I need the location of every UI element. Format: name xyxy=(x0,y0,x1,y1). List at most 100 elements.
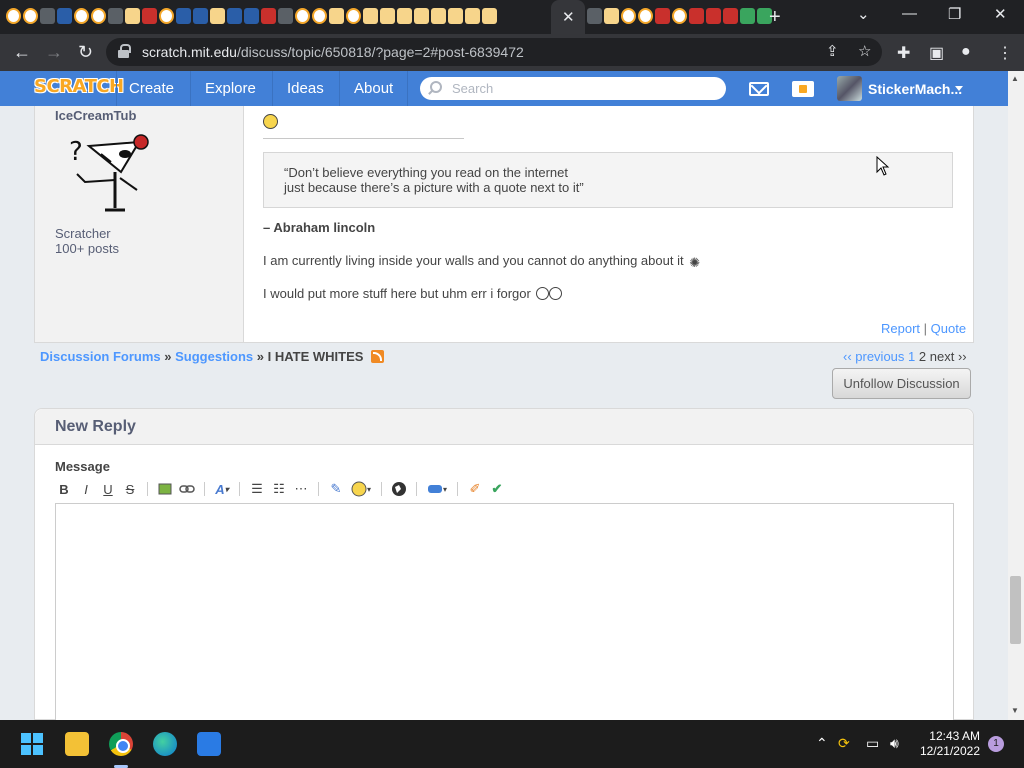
tab-favicon-icon[interactable] xyxy=(23,8,38,24)
image-icon[interactable] xyxy=(154,480,176,498)
chrome-icon[interactable] xyxy=(109,732,133,756)
tab-favicon-icon[interactable] xyxy=(482,8,497,24)
system-clock[interactable]: 12:43 AM 12/21/2022 xyxy=(918,729,980,759)
tab-favicon-icon[interactable] xyxy=(210,8,225,24)
bulleted-list-icon[interactable]: ☰ xyxy=(246,480,268,498)
tab-favicon-icon[interactable] xyxy=(465,8,480,24)
unfollow-discussion-button[interactable]: Unfollow Discussion xyxy=(832,368,971,399)
tab-favicon-icon[interactable] xyxy=(414,8,429,24)
tab-favicon-icon[interactable] xyxy=(706,8,721,24)
nav-ideas[interactable]: Ideas xyxy=(287,80,324,97)
underline-button[interactable]: U xyxy=(97,480,119,498)
my-stuff-icon[interactable] xyxy=(792,81,814,97)
italic-button[interactable]: I xyxy=(75,480,97,498)
menu-dots-icon[interactable]: ⋮ xyxy=(997,43,1013,63)
tab-favicon-icon[interactable] xyxy=(142,8,157,24)
tab-favicon-icon[interactable] xyxy=(6,8,21,24)
next-page-link[interactable]: next ›› xyxy=(930,349,967,364)
nav-create[interactable]: Create xyxy=(129,80,174,97)
search-box[interactable] xyxy=(420,77,726,100)
tab-favicon-icon[interactable] xyxy=(244,8,259,24)
tab-favicon-icon[interactable] xyxy=(723,8,738,24)
username[interactable]: StickerMach... xyxy=(868,81,962,97)
chevron-down-icon[interactable] xyxy=(955,86,963,91)
report-link[interactable]: Report xyxy=(881,321,920,336)
post-author[interactable]: IceCreamTub xyxy=(55,108,136,123)
notification-badge[interactable]: 1 xyxy=(988,736,1004,752)
tab-favicon-icon[interactable] xyxy=(740,8,755,24)
page-1-link[interactable]: 1 xyxy=(908,349,915,364)
side-panel-icon[interactable]: ▣ xyxy=(929,43,944,63)
file-explorer-icon[interactable] xyxy=(65,732,89,756)
globe-icon[interactable] xyxy=(388,480,410,498)
tab-favicon-icon[interactable] xyxy=(278,8,293,24)
scratch-logo[interactable]: SCRATCH xyxy=(34,76,124,100)
tab-favicons[interactable] xyxy=(6,8,497,24)
tab-favicon-icon[interactable] xyxy=(638,8,653,24)
tab-favicon-icon[interactable] xyxy=(261,8,276,24)
profile-icon[interactable]: ● xyxy=(961,43,971,61)
tab-favicon-icon[interactable] xyxy=(672,8,687,24)
restore-button[interactable]: ❐ xyxy=(948,5,961,23)
volume-icon[interactable]: 🔊︎ xyxy=(890,735,899,752)
url-text[interactable]: scratch.mit.edu/discuss/topic/650818/?pa… xyxy=(142,44,524,60)
tab-favicon-icon[interactable] xyxy=(74,8,89,24)
sync-icon[interactable]: ⟳ xyxy=(838,735,850,752)
tab-favicon-icon[interactable] xyxy=(363,8,378,24)
link-icon[interactable] xyxy=(176,480,198,498)
tab-favicon-icon[interactable] xyxy=(193,8,208,24)
tab-favicon-icon[interactable] xyxy=(227,8,242,24)
tab-favicon-icon[interactable] xyxy=(621,8,636,24)
author-avatar-image[interactable]: ? xyxy=(65,130,155,214)
tab-favicon-icon[interactable] xyxy=(57,8,72,24)
forward-arrow-icon[interactable]: → xyxy=(45,42,63,63)
store-icon[interactable] xyxy=(197,732,221,756)
previous-page-link[interactable]: ‹‹ previous xyxy=(843,349,904,364)
tab-favicon-icon[interactable] xyxy=(91,8,106,24)
block-color-icon[interactable]: ▾ xyxy=(423,480,451,498)
numbered-list-icon[interactable]: ☷ xyxy=(268,480,290,498)
tab-favicon-icon[interactable] xyxy=(397,8,412,24)
tab-favicon-icon[interactable] xyxy=(689,8,704,24)
lock-icon[interactable] xyxy=(118,44,131,58)
font-color-icon[interactable]: A ▾ xyxy=(211,480,233,498)
messages-icon[interactable] xyxy=(749,82,769,96)
edge-icon[interactable] xyxy=(153,732,177,756)
tab-favicon-icon[interactable] xyxy=(125,8,140,24)
tab-favicon-icon[interactable] xyxy=(108,8,123,24)
tab-favicon-icon[interactable] xyxy=(295,8,310,24)
minimize-button[interactable]: — xyxy=(902,5,917,22)
smiley-icon[interactable]: ▾ xyxy=(347,480,375,498)
chevron-up-icon[interactable]: ⌃ xyxy=(816,735,828,752)
scrollbar-thumb[interactable] xyxy=(1010,576,1021,644)
quote-link[interactable]: Quote xyxy=(931,321,966,336)
preview-check-icon[interactable]: ✔ xyxy=(486,480,508,498)
rss-icon[interactable] xyxy=(371,350,385,363)
scroll-up-icon[interactable]: ▲ xyxy=(1011,74,1019,83)
remove-format-icon[interactable]: ✐ xyxy=(464,480,486,498)
active-tab[interactable]: ✕ xyxy=(551,0,585,34)
windows-start-icon[interactable] xyxy=(21,733,43,755)
tab-favicon-icon[interactable] xyxy=(587,8,602,24)
breadcrumb-category[interactable]: Suggestions xyxy=(175,349,253,364)
tab-favicon-icon[interactable] xyxy=(176,8,191,24)
tab-favicon-icon[interactable] xyxy=(380,8,395,24)
new-tab-button[interactable]: + xyxy=(769,6,781,29)
scratchblocks-icon[interactable]: ✎ xyxy=(325,480,347,498)
tab-favicon-icon[interactable] xyxy=(655,8,670,24)
scroll-down-icon[interactable]: ▼ xyxy=(1011,706,1019,715)
nav-about[interactable]: About xyxy=(354,80,393,97)
tab-favicon-icon[interactable] xyxy=(312,8,327,24)
share-icon[interactable]: ⇪ xyxy=(826,42,839,60)
breadcrumb-forums[interactable]: Discussion Forums xyxy=(40,349,161,364)
back-arrow-icon[interactable]: ← xyxy=(13,42,31,63)
list-item-icon[interactable]: ⋯ xyxy=(290,480,312,498)
close-window-button[interactable]: ✕ xyxy=(994,5,1007,23)
tab-favicon-icon[interactable] xyxy=(346,8,361,24)
close-tab-icon[interactable]: ✕ xyxy=(562,8,575,26)
tab-favicons-right[interactable] xyxy=(587,8,772,24)
bookmark-star-icon[interactable]: ☆ xyxy=(858,42,871,60)
network-icon[interactable]: ▭ xyxy=(866,735,879,752)
strikethrough-button[interactable]: S xyxy=(119,480,141,498)
reload-icon[interactable]: ↻ xyxy=(78,42,93,63)
